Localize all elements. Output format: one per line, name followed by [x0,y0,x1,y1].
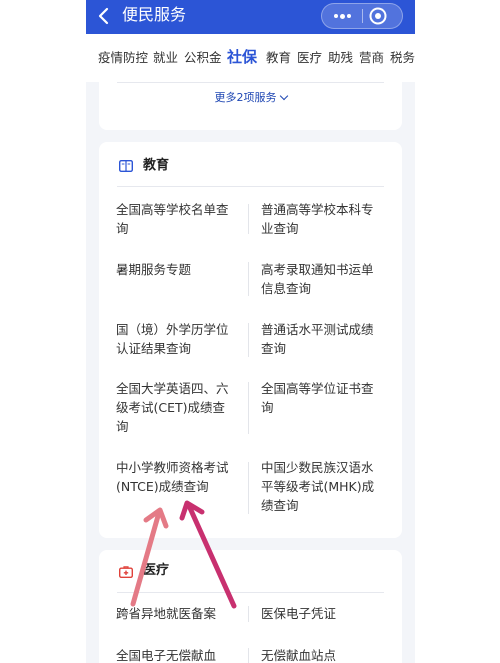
section-title-medical: 医疗 [143,563,170,578]
tab-tax[interactable]: 税务 [390,50,415,66]
more-dots-icon[interactable] [322,4,362,28]
section-divider [117,592,384,593]
tab-housing-fund[interactable]: 公积金 [184,50,222,66]
service-national-college-list[interactable]: 全国高等学校名单查询 [116,200,232,238]
service-cross-province-medical[interactable]: 跨省异地就医备案 [116,604,241,623]
target-close-icon[interactable] [368,6,388,26]
tab-employment[interactable]: 就业 [153,50,178,66]
more-services-link[interactable]: 更多2项服务 [99,90,402,105]
more-services-label: 更多2项服务 [214,91,277,104]
tab-medical[interactable]: 医疗 [297,50,322,66]
service-admission-letter-tracking[interactable]: 高考录取通知书运单信息查询 [261,260,381,298]
service-blood-donation-e-cert[interactable]: 全国电子无偿献血 [116,646,241,663]
title-bar: 便民服务 [86,0,415,34]
tab-epidemic[interactable]: 疫情防控 [98,50,148,66]
category-tabs: 疫情防控 就业 公积金 社保 教育 医疗 助残 营商 税务 [86,34,415,82]
column-divider [248,262,249,296]
tab-business[interactable]: 营商 [359,50,384,66]
column-divider [248,648,249,663]
page-title: 便民服务 [122,5,187,24]
section-title-education: 教育 [143,158,170,173]
capsule-divider [362,9,363,23]
column-divider [248,323,249,357]
book-icon [119,160,133,172]
tab-social-security[interactable]: 社保 [227,47,257,67]
divider [117,82,384,83]
service-mhk-score[interactable]: 中国少数民族汉语水平等级考试(MHK)成绩查询 [261,458,381,515]
service-degree-certificate[interactable]: 全国高等学位证书查询 [261,379,381,417]
column-divider [248,382,249,434]
medical-kit-icon [119,566,133,578]
service-foreign-degree-verification[interactable]: 国（境）外学历学位认证结果查询 [116,320,232,358]
service-undergrad-major[interactable]: 普通高等学校本科专业查询 [261,200,381,238]
medical-card: 医疗 跨省异地就医备案 医保电子凭证 全国电子无偿献血 无偿献血站点 [99,550,402,663]
phone-screen: 便民服务 疫情防控 就业 公积金 社保 教育 医疗 助残 营商 税务 更多2项服… [86,0,415,663]
service-cet-score[interactable]: 全国大学英语四、六级考试(CET)成绩查询 [116,379,232,436]
mini-program-capsule [321,3,403,29]
chevron-left-icon[interactable] [94,5,116,27]
column-divider [248,606,249,622]
service-medical-insurance-code[interactable]: 医保电子凭证 [261,604,386,623]
column-divider [248,462,249,514]
chevron-down-icon [279,91,288,101]
column-divider [248,204,249,234]
social-security-card: 更多2项服务 [99,82,402,130]
service-blood-donation-sites[interactable]: 无偿献血站点 [261,646,386,663]
service-summer-topic[interactable]: 暑期服务专题 [116,260,232,279]
service-putonghua-score[interactable]: 普通话水平测试成绩查询 [261,320,381,358]
tab-education[interactable]: 教育 [266,50,291,66]
tab-disability[interactable]: 助残 [328,50,353,66]
education-card: 教育 全国高等学校名单查询 普通高等学校本科专业查询 暑期服务专题 高考录取通知… [99,142,402,538]
section-divider [117,186,384,187]
service-ntce-score[interactable]: 中小学教师资格考试(NTCE)成绩查询 [116,458,232,496]
